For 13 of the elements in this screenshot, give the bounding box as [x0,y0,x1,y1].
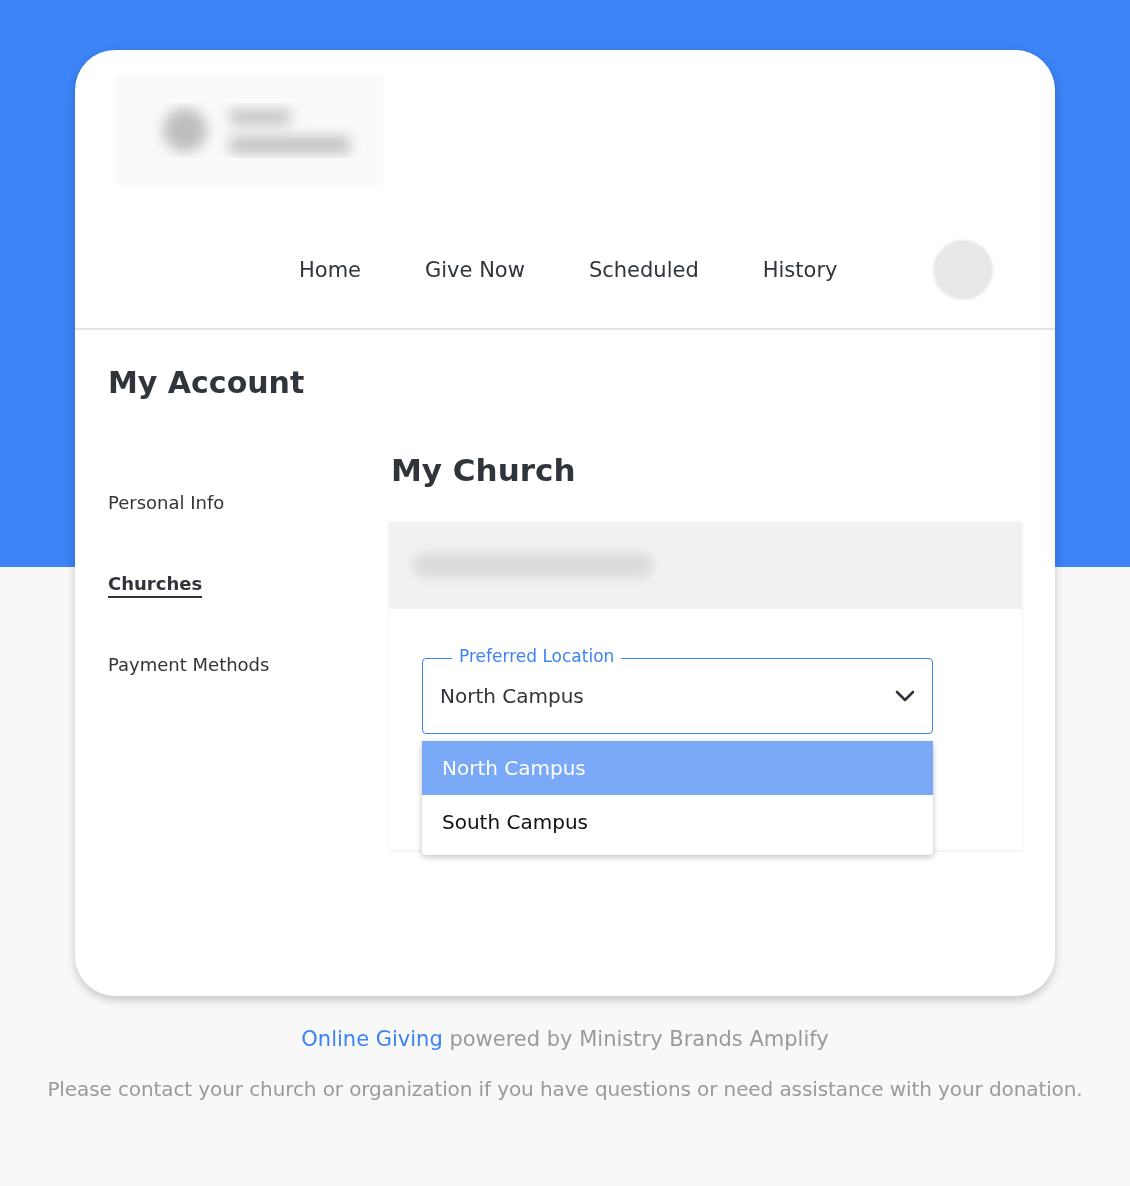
nav-link[interactable]: Home [299,258,361,282]
dropdown-option[interactable]: South Campus [422,795,933,849]
section-title: My Church [391,452,577,488]
nav-link[interactable]: Give Now [425,258,525,282]
chevron-icon [895,690,915,702]
sidebar-item[interactable]: Personal Info [108,492,225,517]
help-note: Please contact your church or organization if you have questions or need assistance with your donation. [46,1077,1084,1101]
nav-link[interactable]: Scheduled [588,258,699,282]
nav-link[interactable]: History [762,258,838,282]
page-title: My Account [108,365,306,400]
sidebar-item[interactable]: Churches [108,573,203,598]
sidebar-item[interactable]: Payment Methods [108,654,270,679]
powered-by-text: Online Giving powered by Ministry Brands Amplify [300,1027,830,1051]
